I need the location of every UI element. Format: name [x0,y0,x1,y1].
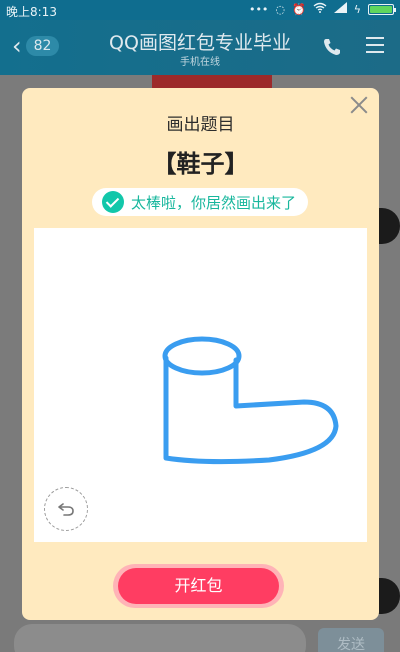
status-time: 晚上8:13 [6,5,57,19]
result-text: 太棒啦，你居然画出来了 [131,193,297,212]
chat-header: ‹ 82 QQ画图红包专业毕业 手机在线 [0,20,400,75]
status-icons: ••• ◌ ⏰ ϟ [248,2,396,16]
drawing-canvas[interactable] [34,228,367,542]
result-badge: 太棒啦，你居然画出来了 [92,188,308,216]
open-red-packet-button[interactable]: 开红包 [118,568,279,604]
red-packet-message [152,75,272,89]
battery-fill [370,5,392,13]
status-bar: 晚上8:13 ••• ◌ ⏰ ϟ [0,0,400,20]
send-button[interactable]: 发送 [318,628,384,652]
checkmark-icon [102,191,124,213]
mute-icon: ◌ [275,2,286,16]
undo-icon [58,503,74,516]
quiz-word: 【鞋子】 [152,150,249,178]
boot-drawing [162,336,339,465]
dialog-heading: 画出题目 [166,115,235,135]
battery-icon [368,3,396,15]
more-dots-icon: ••• [248,2,269,16]
phone-icon[interactable] [322,37,342,61]
undo-button[interactable] [44,487,88,531]
alarm-icon: ⏰ [292,2,306,16]
signal-icon [333,2,347,16]
charging-icon: ϟ [353,2,361,16]
message-input[interactable] [14,624,306,652]
wifi-icon [313,2,327,16]
menu-icon[interactable] [366,37,384,53]
